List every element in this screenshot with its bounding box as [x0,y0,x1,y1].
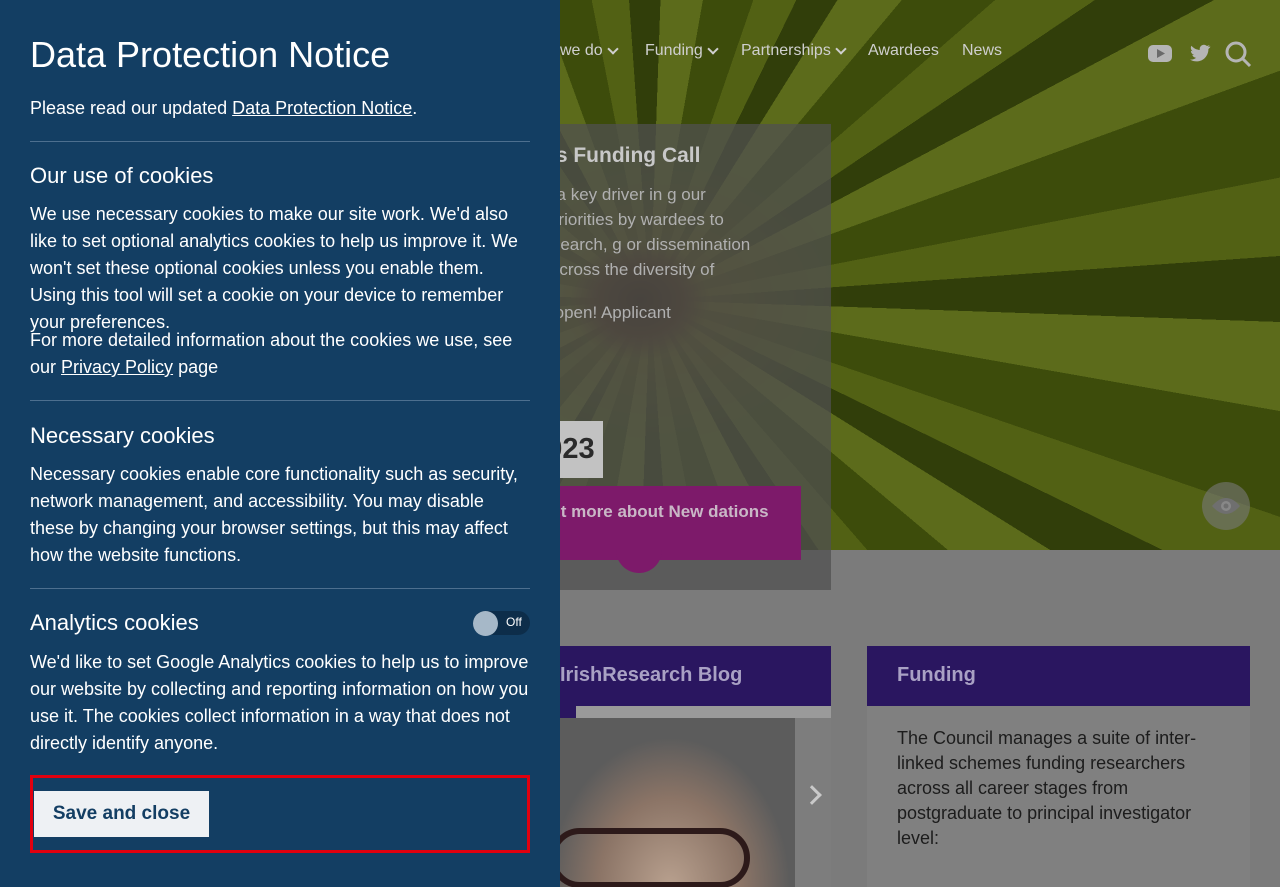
toggle-knob [473,611,498,636]
nav-item-what-we-do[interactable]: we do [560,42,619,60]
more-info-text: For more detailed information about the … [30,327,530,381]
section-text-analytics: We'd like to set Google Analytics cookie… [30,652,529,753]
divider [30,588,530,589]
youtube-icon[interactable] [1147,40,1173,71]
nav-item-news[interactable]: News [962,42,1002,60]
section-text-necessary: Necessary cookies enable core functional… [30,464,518,565]
intro-suffix: . [412,98,418,118]
search-icon[interactable] [1224,40,1252,73]
divider [30,400,530,401]
nav-item-label: Partnerships [741,42,831,59]
cookie-consent-panel: Data Protection Notice Please read our u… [0,0,560,887]
nav-item-awardees[interactable]: Awardees [868,42,939,60]
nav-item-label: we do [560,42,603,59]
hide-overlay-button[interactable] [1202,482,1250,530]
data-protection-notice-link[interactable]: Data Protection Notice [232,98,412,118]
section-heading-use: Our use of cookies [30,163,214,188]
eye-icon [1212,498,1240,514]
cta-decoration [616,547,662,573]
nav-item-label: News [962,42,1003,59]
carousel-next-button[interactable] [795,718,831,887]
more-info-suffix: page [173,357,219,377]
nav-item-funding[interactable]: Funding [645,42,719,60]
funding-card[interactable]: Funding The Council manages a suite of i… [867,646,1250,887]
nav-item-partnerships[interactable]: Partnerships [741,42,847,60]
save-and-close-button[interactable]: Save and close [34,791,209,837]
nav-item-label: Funding [645,42,703,59]
panel-title: Data Protection Notice [30,34,391,75]
funding-card-text: The Council manages a suite of inter-lin… [897,728,1197,848]
intro-text: Please read our updated Data Protection … [30,95,530,122]
chevron-down-icon [707,43,719,55]
intro-prefix: Please read our updated [30,98,233,118]
photo-detail [550,828,750,887]
section-text-use: We use necessary cookies to make our sit… [30,204,518,332]
analytics-cookies-toggle[interactable]: Off [473,611,530,636]
chevron-down-icon [607,43,619,55]
twitter-icon[interactable] [1188,40,1212,71]
section-heading-necessary: Necessary cookies [30,423,215,448]
privacy-policy-link[interactable]: Privacy Policy [61,357,173,377]
chevron-right-icon [802,785,822,805]
toggle-state-label: Off [506,615,522,629]
divider [30,141,530,142]
section-heading-analytics: Analytics cookies [30,610,199,635]
chevron-down-icon [835,43,847,55]
nav-item-label: Awardees [868,42,939,59]
funding-card-title: Funding [867,646,1250,706]
